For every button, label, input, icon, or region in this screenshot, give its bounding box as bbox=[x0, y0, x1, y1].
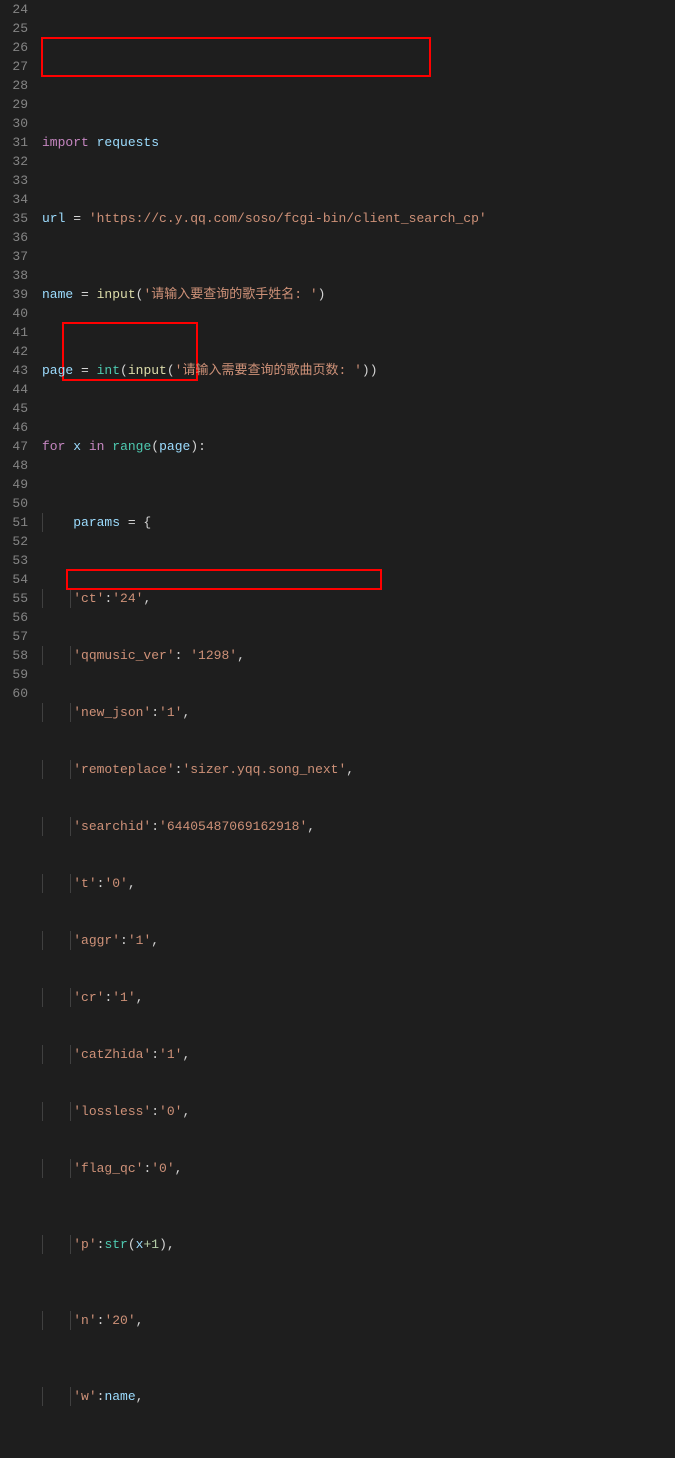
code-line: 'n':'20', bbox=[42, 1311, 675, 1330]
line-number: 46 bbox=[0, 418, 28, 437]
line-number: 27 bbox=[0, 57, 28, 76]
line-number: 51 bbox=[0, 513, 28, 532]
code-line: 'p':str(x+1), bbox=[42, 1235, 675, 1254]
code-line: 'aggr':'1', bbox=[42, 931, 675, 950]
code-editor: 24 25 26 27 28 29 30 31 32 33 34 35 36 3… bbox=[0, 0, 675, 729]
code-line: params = { bbox=[42, 513, 675, 532]
code-line: 'searchid':'64405487069162918', bbox=[42, 817, 675, 836]
code-line: import requests bbox=[42, 133, 675, 152]
line-number: 58 bbox=[0, 646, 28, 665]
line-number: 57 bbox=[0, 627, 28, 646]
code-line: name = input('请输入要查询的歌手姓名: ') bbox=[42, 285, 675, 304]
code-line: 'new_json':'1', bbox=[42, 703, 675, 722]
line-number: 49 bbox=[0, 475, 28, 494]
code-line: 'cr':'1', bbox=[42, 988, 675, 1007]
code-line: 'remoteplace':'sizer.yqq.song_next', bbox=[42, 760, 675, 779]
line-number: 45 bbox=[0, 399, 28, 418]
line-number: 31 bbox=[0, 133, 28, 152]
line-number: 26 bbox=[0, 38, 28, 57]
line-number: 24 bbox=[0, 0, 28, 19]
code-line: for x in range(page): bbox=[42, 437, 675, 456]
highlight-box-input bbox=[41, 37, 431, 77]
code-line: 't':'0', bbox=[42, 874, 675, 893]
line-number: 43 bbox=[0, 361, 28, 380]
line-number: 44 bbox=[0, 380, 28, 399]
code-line: 'ct':'24', bbox=[42, 589, 675, 608]
line-number: 53 bbox=[0, 551, 28, 570]
code-line: 'qqmusic_ver': '1298', bbox=[42, 646, 675, 665]
line-number: 55 bbox=[0, 589, 28, 608]
code-line: 'catZhida':'1', bbox=[42, 1045, 675, 1064]
code-line: 'lossless':'0', bbox=[42, 1102, 675, 1121]
line-number: 47 bbox=[0, 437, 28, 456]
line-number: 40 bbox=[0, 304, 28, 323]
line-number: 56 bbox=[0, 608, 28, 627]
line-number: 25 bbox=[0, 19, 28, 38]
line-number: 52 bbox=[0, 532, 28, 551]
line-number: 39 bbox=[0, 285, 28, 304]
line-number: 34 bbox=[0, 190, 28, 209]
line-number: 29 bbox=[0, 95, 28, 114]
code-line: page = int(input('请输入需要查询的歌曲页数: ')) bbox=[42, 361, 675, 380]
line-number: 30 bbox=[0, 114, 28, 133]
line-number: 60 bbox=[0, 684, 28, 703]
line-number-gutter: 24 25 26 27 28 29 30 31 32 33 34 35 36 3… bbox=[0, 0, 42, 729]
line-number: 33 bbox=[0, 171, 28, 190]
line-number: 32 bbox=[0, 152, 28, 171]
line-number: 38 bbox=[0, 266, 28, 285]
highlight-box-request bbox=[66, 569, 382, 590]
line-number: 36 bbox=[0, 228, 28, 247]
line-number: 59 bbox=[0, 665, 28, 684]
line-number: 37 bbox=[0, 247, 28, 266]
line-number: 35 bbox=[0, 209, 28, 228]
line-number: 48 bbox=[0, 456, 28, 475]
code-line: url = 'https://c.y.qq.com/soso/fcgi-bin/… bbox=[42, 209, 675, 228]
line-number: 54 bbox=[0, 570, 28, 589]
code-line: 'w':name, bbox=[42, 1387, 675, 1406]
line-number: 50 bbox=[0, 494, 28, 513]
code-content[interactable]: import requests url = 'https://c.y.qq.co… bbox=[42, 0, 675, 729]
line-number: 41 bbox=[0, 323, 28, 342]
line-number: 28 bbox=[0, 76, 28, 95]
code-line: 'flag_qc':'0', bbox=[42, 1159, 675, 1178]
line-number: 42 bbox=[0, 342, 28, 361]
